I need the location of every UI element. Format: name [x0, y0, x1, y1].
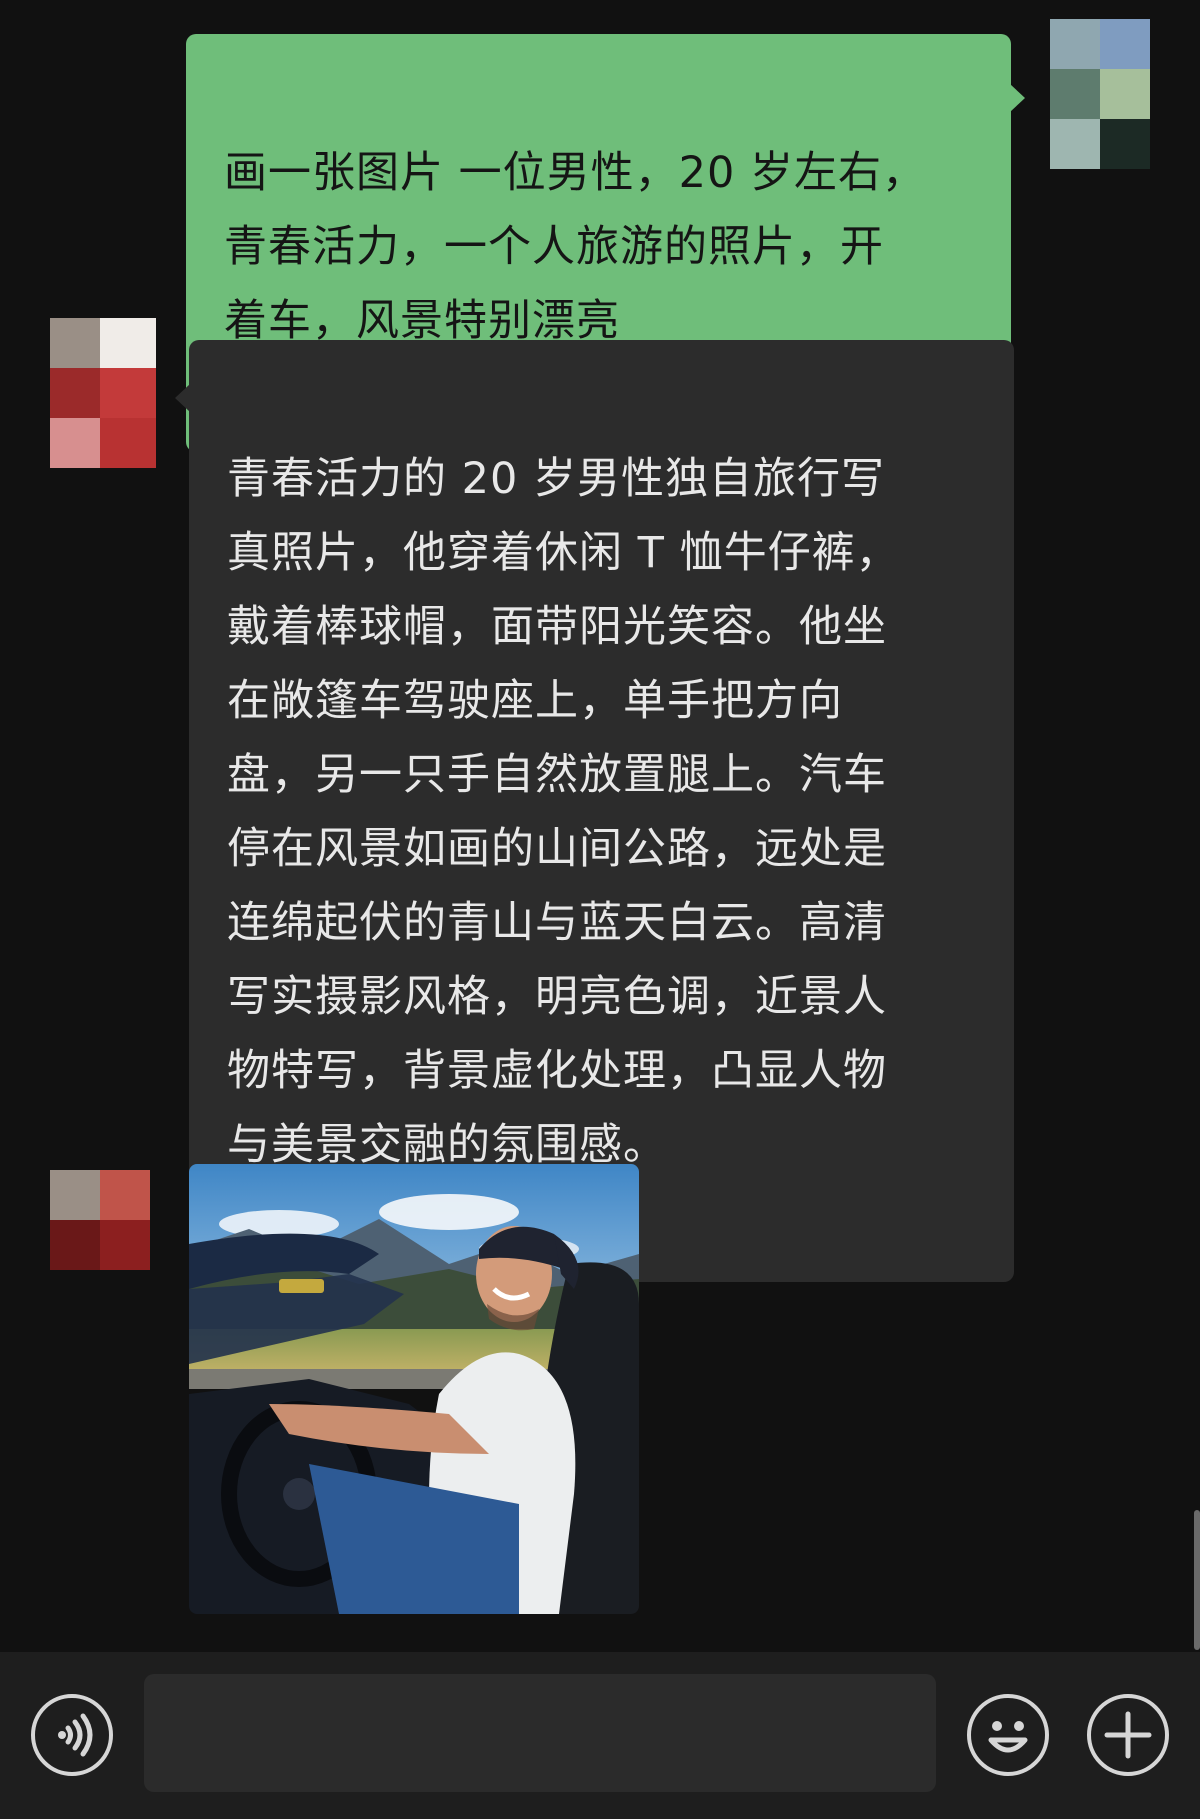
image-message[interactable]	[189, 1164, 639, 1614]
convertible-driver-photo	[189, 1164, 639, 1614]
contact-avatar[interactable]	[50, 318, 156, 468]
self-avatar[interactable]	[1050, 19, 1150, 169]
message-input[interactable]	[144, 1674, 936, 1792]
plus-button[interactable]	[1087, 1694, 1169, 1776]
bubble-tail	[175, 384, 190, 412]
voice-button[interactable]	[31, 1694, 113, 1776]
received-message-text: 青春活力的 20 岁男性独自旅行写 真照片，他穿着休闲 T 恤牛仔裤， 戴着棒球…	[227, 454, 900, 1170]
plus-icon	[1104, 1711, 1152, 1759]
emoji-icon	[988, 1721, 1028, 1753]
voice-icon	[58, 1713, 93, 1757]
bubble-tail	[1010, 84, 1025, 112]
received-message-bubble[interactable]: 青春活力的 20 岁男性独自旅行写 真照片，他穿着休闲 T 恤牛仔裤， 戴着棒球…	[175, 340, 1014, 1282]
contact-avatar[interactable]	[50, 1170, 150, 1270]
input-bar	[0, 1652, 1200, 1819]
sent-message-text: 画一张图片 一位男性，20 岁左右， 青春活力，一个人旅游的照片，开 着车，风景…	[224, 148, 927, 346]
scrollbar[interactable]	[1194, 1510, 1200, 1650]
emoji-button[interactable]	[967, 1694, 1049, 1776]
